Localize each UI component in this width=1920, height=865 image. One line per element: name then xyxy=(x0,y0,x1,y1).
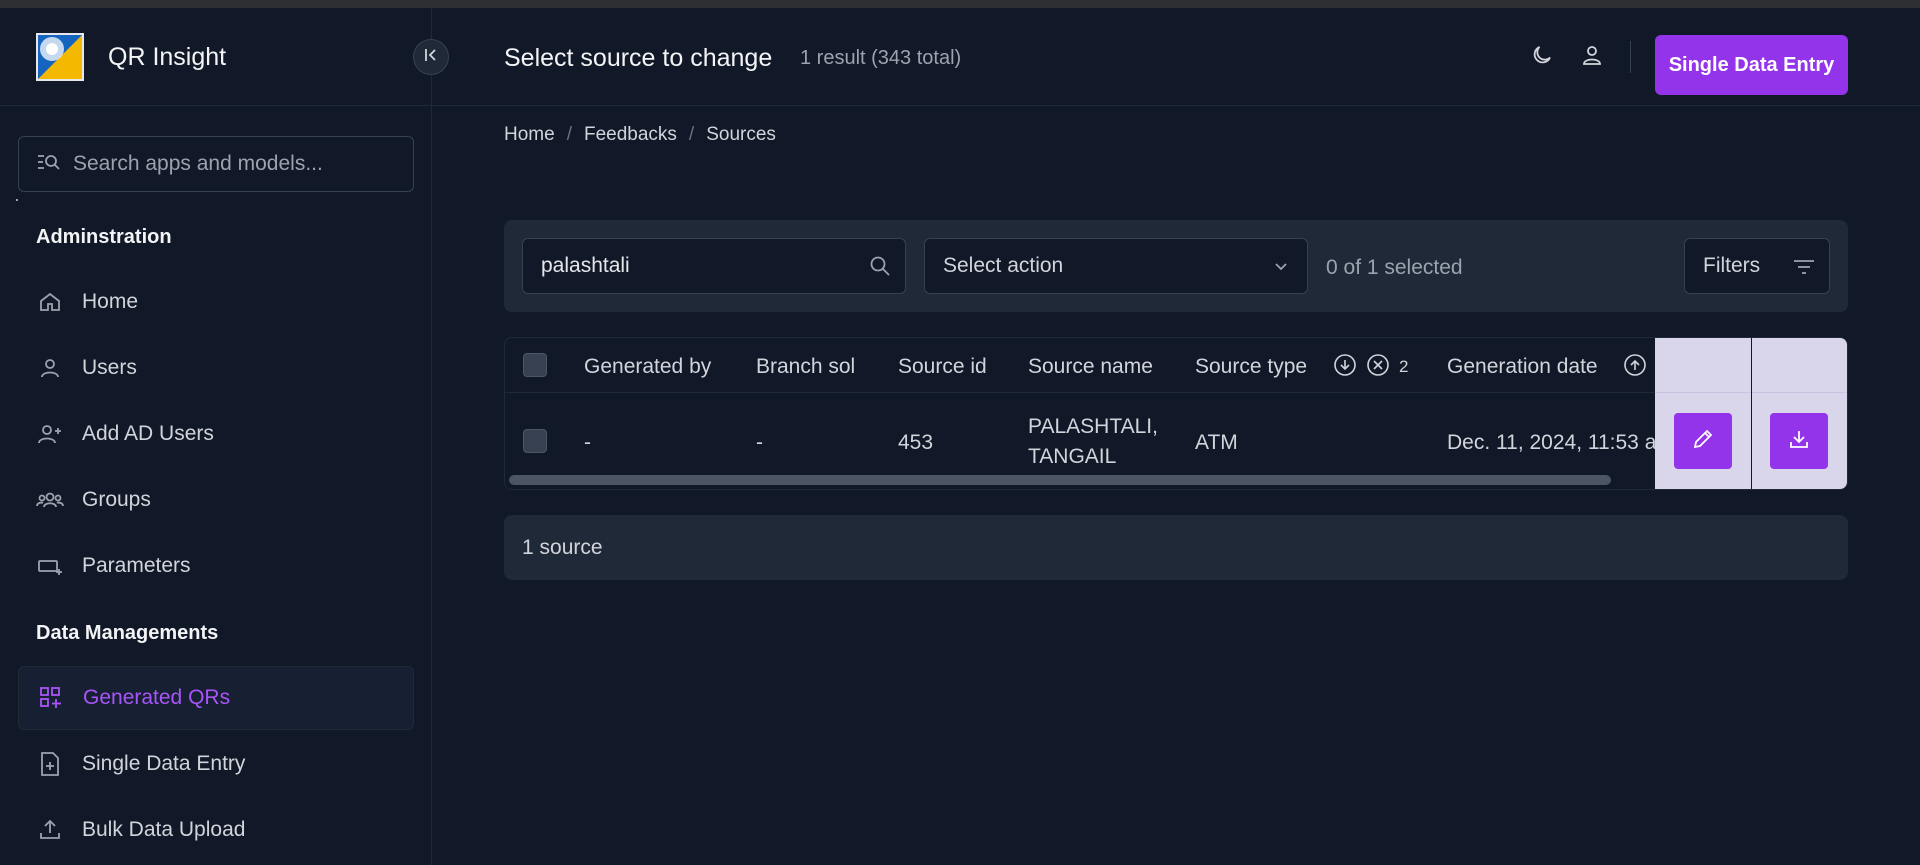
sidebar-item-bulk-data-upload[interactable]: Bulk Data Upload xyxy=(18,798,414,862)
search-list-icon xyxy=(37,152,61,177)
sidebar: QR Insight Search apps and models... Adm… xyxy=(0,8,432,865)
qr-code-icon xyxy=(37,684,65,712)
changelist-toolbar: palashtali Select action 0 of 1 selected… xyxy=(504,220,1848,312)
cell-source-name-line2: TANGAIL xyxy=(1028,445,1117,468)
sidebar-item-home[interactable]: Home xyxy=(18,270,414,334)
sidebar-item-label: Parameters xyxy=(82,554,191,577)
result-count: 1 result (343 total) xyxy=(800,47,962,69)
sidebar-item-users[interactable]: Users xyxy=(18,336,414,400)
sidebar-item-single-data-entry[interactable]: Single Data Entry xyxy=(18,732,414,796)
section-title-administration: Adminstration xyxy=(36,226,172,248)
section-title-data-managements: Data Managements xyxy=(36,622,219,644)
column-branch-sol[interactable]: Branch sol xyxy=(756,355,855,379)
breadcrumb-separator: / xyxy=(566,124,572,145)
file-plus-icon xyxy=(36,750,64,778)
single-data-entry-button[interactable]: Single Data Entry xyxy=(1655,35,1848,95)
remove-sort-icon[interactable] xyxy=(1366,353,1390,377)
row-checkbox[interactable] xyxy=(523,429,547,453)
breadcrumb-sources: Sources xyxy=(706,124,776,145)
source-count: 1 source xyxy=(522,535,603,559)
selected-count: 0 of 1 selected xyxy=(1326,256,1463,279)
sort-descending-icon[interactable] xyxy=(1333,353,1357,377)
column-source-id[interactable]: Source id xyxy=(898,355,987,379)
parameters-icon xyxy=(36,552,64,580)
changelist-search-input[interactable]: palashtali xyxy=(522,238,906,294)
sidebar-search-input[interactable]: Search apps and models... xyxy=(18,136,414,192)
result-summary: 1 source xyxy=(504,515,1848,580)
filter-icon xyxy=(1793,257,1815,283)
window-top-bar xyxy=(0,0,1920,8)
sidebar-item-parameters[interactable]: Parameters xyxy=(18,534,414,598)
chevron-down-icon xyxy=(1271,257,1291,283)
page-title: Select source to change xyxy=(504,44,773,72)
account-button[interactable] xyxy=(1578,43,1606,71)
cell-generation-date: Dec. 11, 2024, 11:53 a xyxy=(1447,431,1657,454)
header-divider xyxy=(1630,41,1631,73)
upload-icon xyxy=(36,816,64,844)
sort-ascending-icon[interactable] xyxy=(1623,353,1647,377)
app-logo xyxy=(36,33,84,81)
sort-priority: 2 xyxy=(1399,357,1409,376)
results-table: Generated by Branch sol Source id Source… xyxy=(504,337,1848,490)
column-generation-date[interactable]: Generation date xyxy=(1447,355,1598,379)
groups-icon xyxy=(36,486,64,514)
sidebar-item-generated-qrs[interactable]: Generated QRs xyxy=(18,666,414,730)
sidebar-header: QR Insight xyxy=(0,8,431,106)
column-source-type[interactable]: Source type xyxy=(1195,355,1307,379)
pencil-icon xyxy=(1692,428,1714,455)
sidebar-item-add-ad-users[interactable]: Add AD Users xyxy=(18,402,414,466)
search-value: palashtali xyxy=(541,254,630,277)
filters-label: Filters xyxy=(1703,254,1761,277)
collapse-sidebar-button[interactable] xyxy=(413,39,449,75)
action-select[interactable]: Select action xyxy=(924,238,1308,294)
user-icon xyxy=(36,354,64,382)
user-plus-icon xyxy=(36,420,64,448)
row-actions-panel xyxy=(1655,338,1847,489)
app-name: QR Insight xyxy=(108,43,227,71)
decorative-dot xyxy=(16,199,18,201)
sidebar-item-label: Groups xyxy=(82,488,151,511)
sidebar-item-label: Bulk Data Upload xyxy=(82,818,246,841)
sidebar-item-label: Generated QRs xyxy=(83,686,231,709)
filters-button[interactable]: Filters xyxy=(1684,238,1830,294)
home-icon xyxy=(36,288,64,316)
cell-generated-by: - xyxy=(584,431,591,454)
user-icon xyxy=(1580,43,1604,72)
download-icon xyxy=(1788,428,1810,455)
breadcrumb-separator: / xyxy=(688,124,695,145)
cell-source-type: ATM xyxy=(1195,431,1238,454)
breadcrumb-home[interactable]: Home xyxy=(504,124,555,146)
breadcrumb-feedbacks[interactable]: Feedbacks xyxy=(584,124,677,146)
search-icon[interactable] xyxy=(869,255,891,283)
column-source-name[interactable]: Source name xyxy=(1028,355,1153,379)
cell-branch-sol: - xyxy=(756,431,763,454)
cell-source-name-line1: PALASHTALI, xyxy=(1028,415,1158,438)
select-all-checkbox[interactable] xyxy=(523,353,547,377)
actions-divider xyxy=(1751,338,1752,489)
dark-mode-toggle[interactable] xyxy=(1528,43,1556,71)
breadcrumb: Home / Feedbacks / Sources xyxy=(504,124,776,146)
edit-button[interactable] xyxy=(1674,413,1732,469)
horizontal-scrollbar[interactable] xyxy=(509,475,1611,485)
sidebar-item-groups[interactable]: Groups xyxy=(18,468,414,532)
sidebar-item-label: Single Data Entry xyxy=(82,752,246,775)
sidebar-item-label: Users xyxy=(82,356,137,379)
sidebar-item-label: Add AD Users xyxy=(82,422,214,445)
download-button[interactable] xyxy=(1770,413,1828,469)
column-generated-by[interactable]: Generated by xyxy=(584,355,711,379)
collapse-icon xyxy=(423,47,439,68)
moon-icon xyxy=(1530,43,1554,72)
action-select-value: Select action xyxy=(943,254,1064,277)
main-header: Select source to change 1 result (343 to… xyxy=(432,8,1920,106)
sidebar-search-placeholder: Search apps and models... xyxy=(73,152,323,175)
sidebar-item-label: Home xyxy=(82,290,139,313)
table-header-row: Generated by Branch sol Source id Source… xyxy=(505,338,1847,393)
cell-source-id[interactable]: 453 xyxy=(898,431,933,455)
